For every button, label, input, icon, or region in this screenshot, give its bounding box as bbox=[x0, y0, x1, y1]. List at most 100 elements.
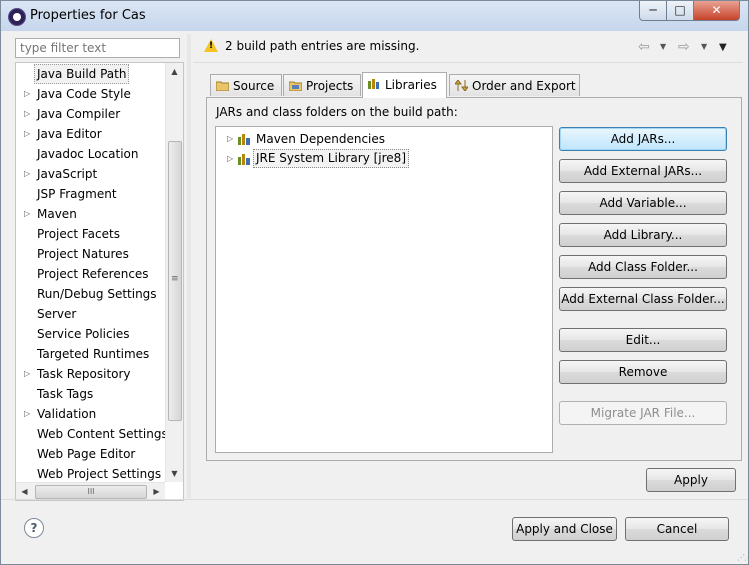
back-dropdown-icon[interactable]: ▼ bbox=[660, 42, 666, 51]
tree-item[interactable]: Project Natures bbox=[16, 244, 166, 264]
scroll-down-arrow-icon[interactable]: ▼ bbox=[166, 465, 183, 482]
tree-item[interactable]: Targeted Runtimes bbox=[16, 344, 166, 364]
tab-projects-label: Projects bbox=[306, 79, 354, 93]
help-icon[interactable]: ? bbox=[24, 518, 44, 538]
tree-item-label: Run/Debug Settings bbox=[37, 287, 157, 301]
expand-arrow-icon[interactable]: ▷ bbox=[24, 164, 30, 184]
tree-item[interactable]: Web Project Settings bbox=[16, 464, 166, 484]
expand-arrow-icon[interactable]: ▷ bbox=[24, 124, 30, 144]
title-bar: Properties for Cas ─ □ ✕ bbox=[1, 1, 748, 31]
eclipse-icon bbox=[8, 8, 26, 26]
expand-arrow-icon[interactable]: ▷ bbox=[24, 204, 30, 224]
resize-grip-icon[interactable]: ⋰⋰ bbox=[737, 553, 749, 562]
tree-item-label: JavaScript bbox=[37, 167, 98, 181]
property-page-tree: Java Build Path ▷ Java Code Style ▷ Java Com… bbox=[15, 62, 184, 501]
tree-item[interactable]: ▷ JavaScript bbox=[16, 164, 166, 184]
library-label: Maven Dependencies bbox=[256, 132, 386, 146]
tree-item-label: Web Project Settings bbox=[37, 467, 162, 481]
tree-item[interactable]: Web Content Settings bbox=[16, 424, 168, 444]
view-menu-icon[interactable]: ▼ bbox=[719, 42, 727, 53]
tree-item[interactable]: Server bbox=[16, 304, 166, 324]
tree-item-label: Task Repository bbox=[37, 367, 131, 381]
tree-item-label: Java Editor bbox=[37, 127, 102, 141]
tree-item[interactable]: ▷ Java Code Style bbox=[16, 84, 166, 104]
panel-splitter[interactable] bbox=[187, 34, 191, 498]
edit-button[interactable]: Edit... bbox=[559, 328, 727, 352]
tree-item[interactable]: ▷ Java Editor bbox=[16, 124, 166, 144]
apply-button[interactable]: Apply bbox=[646, 468, 736, 492]
vertical-scroll-thumb[interactable]: ≡ bbox=[168, 141, 182, 421]
tree-item-label: Maven bbox=[37, 207, 77, 221]
tree-item[interactable]: JSP Fragment bbox=[16, 184, 166, 204]
minimize-button[interactable]: ─ bbox=[639, 1, 667, 21]
remove-button[interactable]: Remove bbox=[559, 360, 727, 384]
tree-item-label: Java Build Path bbox=[34, 64, 130, 84]
expand-arrow-icon[interactable]: ▷ bbox=[24, 404, 30, 424]
tab-order-and-export[interactable]: Order and Export bbox=[449, 74, 580, 96]
order-export-icon bbox=[455, 80, 468, 91]
tree-item[interactable]: Task Tags bbox=[16, 384, 166, 404]
header-separator bbox=[193, 62, 743, 63]
tree-item-label: Targeted Runtimes bbox=[37, 347, 150, 361]
tree-item[interactable]: Javadoc Location bbox=[16, 144, 166, 164]
tree-item[interactable]: ▷ Java Compiler bbox=[16, 104, 166, 124]
tree-item[interactable]: Project References bbox=[16, 264, 166, 284]
tree-item-label: Project References bbox=[37, 267, 149, 281]
library-container-icon bbox=[238, 134, 250, 145]
tree-item[interactable]: ▷ Validation bbox=[16, 404, 166, 424]
tree-item[interactable]: Web Page Editor bbox=[16, 444, 166, 464]
tree-item-label: Web Content Settings bbox=[37, 427, 168, 441]
tree-item-label: JSP Fragment bbox=[37, 187, 117, 201]
tree-item[interactable]: Run/Debug Settings bbox=[16, 284, 166, 304]
migrate-jar-button[interactable]: Migrate JAR File... bbox=[559, 401, 727, 425]
close-button[interactable]: ✕ bbox=[693, 1, 740, 21]
tree-item-label: Javadoc Location bbox=[37, 147, 139, 161]
cancel-button[interactable]: Cancel bbox=[625, 517, 729, 541]
apply-and-close-button[interactable]: Apply and Close bbox=[512, 517, 617, 541]
tab-order-and-export-label: Order and Export bbox=[472, 79, 576, 93]
expand-arrow-icon[interactable]: ▷ bbox=[227, 149, 233, 169]
scroll-up-arrow-icon[interactable]: ▲ bbox=[166, 63, 183, 80]
filter-input[interactable] bbox=[15, 38, 180, 58]
properties-dialog: Properties for Cas ─ □ ✕ Java Build Path… bbox=[0, 0, 749, 565]
window-title: Properties for Cas bbox=[30, 8, 146, 23]
tree-item-label: Project Natures bbox=[37, 247, 129, 261]
add-external-class-folder-button[interactable]: Add External Class Folder... bbox=[559, 287, 727, 311]
tab-libraries[interactable]: Libraries bbox=[362, 72, 447, 98]
horizontal-scroll-thumb[interactable]: III bbox=[35, 485, 147, 499]
tab-projects[interactable]: Projects bbox=[283, 74, 361, 96]
add-class-folder-button[interactable]: Add Class Folder... bbox=[559, 255, 727, 279]
scroll-right-arrow-icon[interactable]: ▶ bbox=[148, 483, 165, 500]
tree-item-label: Server bbox=[37, 307, 77, 321]
add-variable-button[interactable]: Add Variable... bbox=[559, 191, 727, 215]
tree-item[interactable]: Service Policies bbox=[16, 324, 166, 344]
back-arrow-icon[interactable]: ⇦ bbox=[638, 39, 650, 55]
tab-source[interactable]: Source bbox=[210, 74, 282, 96]
expand-arrow-icon[interactable]: ▷ bbox=[227, 129, 233, 149]
forward-arrow-icon[interactable]: ⇨ bbox=[678, 39, 690, 55]
tree-horizontal-scrollbar[interactable]: ◀ III ▶ bbox=[16, 482, 165, 500]
tree-item-label: Task Tags bbox=[37, 387, 94, 401]
status-message: 2 build path entries are missing. bbox=[225, 39, 420, 53]
source-folder-icon bbox=[216, 81, 229, 91]
forward-dropdown-icon[interactable]: ▼ bbox=[701, 42, 707, 51]
tree-vertical-scrollbar[interactable]: ▲ ≡ ▼ bbox=[165, 63, 183, 482]
project-folder-icon bbox=[289, 81, 302, 91]
build-path-label: JARs and class folders on the build path… bbox=[216, 105, 458, 119]
tree-item[interactable]: ▷ Task Repository bbox=[16, 364, 166, 384]
tree-item[interactable]: Project Facets bbox=[16, 224, 166, 244]
expand-arrow-icon[interactable]: ▷ bbox=[24, 104, 30, 124]
libraries-icon bbox=[368, 79, 379, 89]
library-container-icon bbox=[238, 154, 250, 165]
tree-item[interactable]: ▷ Maven bbox=[16, 204, 166, 224]
add-jars-button[interactable]: Add JARs... bbox=[559, 127, 727, 151]
tree-item-label: Project Facets bbox=[37, 227, 120, 241]
library-label: JRE System Library [jre8] bbox=[253, 149, 409, 168]
scroll-left-arrow-icon[interactable]: ◀ bbox=[16, 483, 33, 500]
tree-item[interactable]: Java Build Path bbox=[16, 64, 166, 84]
expand-arrow-icon[interactable]: ▷ bbox=[24, 364, 30, 384]
expand-arrow-icon[interactable]: ▷ bbox=[24, 84, 30, 104]
add-library-button[interactable]: Add Library... bbox=[559, 223, 727, 247]
maximize-button[interactable]: □ bbox=[666, 1, 694, 21]
add-external-jars-button[interactable]: Add External JARs... bbox=[559, 159, 727, 183]
